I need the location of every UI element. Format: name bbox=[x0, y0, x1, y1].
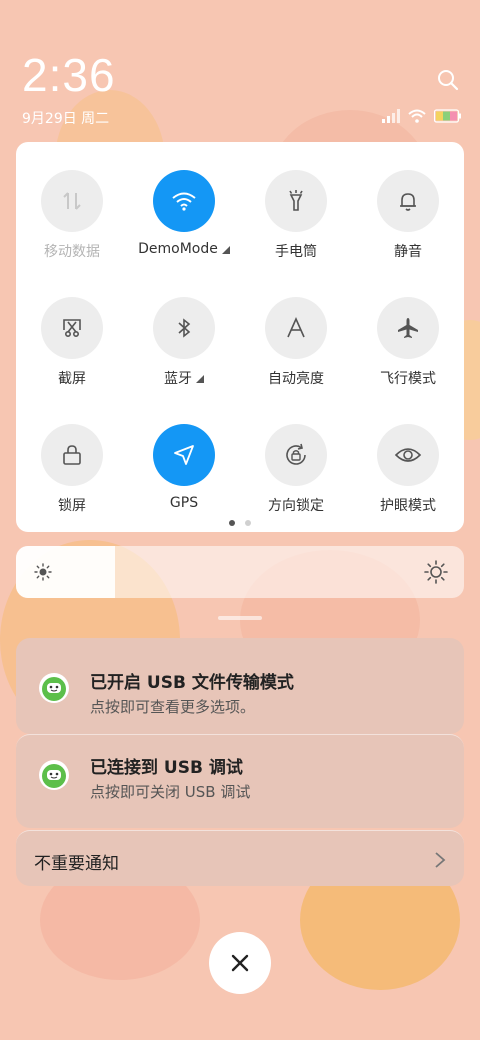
flashlight-icon bbox=[289, 190, 303, 211]
brightness-fill bbox=[16, 546, 115, 598]
clock-time: 2:36 bbox=[22, 49, 116, 101]
rotation-lock-icon bbox=[286, 443, 306, 465]
tile-button[interactable] bbox=[153, 170, 215, 232]
tile-label: DemoMode bbox=[138, 241, 218, 257]
tile-button[interactable] bbox=[265, 297, 327, 359]
page-dot bbox=[245, 520, 251, 526]
location-arrow-icon bbox=[174, 445, 194, 465]
tile-wifi[interactable]: DemoMode bbox=[128, 170, 240, 261]
wifi-icon bbox=[172, 192, 196, 211]
tile-bluetooth[interactable]: 蓝牙 bbox=[128, 297, 240, 388]
search-icon bbox=[438, 70, 459, 91]
notification-usb-debugging[interactable]: 已连接到 USB 调试 点按即可关闭 USB 调试 bbox=[16, 734, 464, 828]
eye-icon bbox=[394, 448, 422, 462]
status-icons bbox=[382, 109, 462, 123]
tile-button[interactable] bbox=[265, 424, 327, 486]
tile-auto-brightness[interactable]: 自动亮度 bbox=[240, 297, 352, 388]
page-dot-active bbox=[229, 520, 235, 526]
wifi-status-icon bbox=[408, 109, 426, 123]
chevron-right-icon bbox=[435, 852, 446, 868]
tile-label: GPS bbox=[169, 495, 199, 511]
unimportant-label: 不重要通知 bbox=[34, 854, 119, 874]
tile-label: 移动数据 bbox=[44, 244, 100, 260]
search-button[interactable] bbox=[436, 68, 460, 92]
notification-subtitle: 点按即可关闭 USB 调试 bbox=[90, 783, 251, 801]
tile-button[interactable] bbox=[377, 424, 439, 486]
android-app-icon bbox=[39, 760, 69, 790]
tile-label: 静音 bbox=[394, 244, 422, 260]
tile-label: 护眼模式 bbox=[380, 498, 436, 514]
unimportant-notifications[interactable]: 不重要通知 bbox=[16, 830, 464, 886]
tile-silent[interactable]: 静音 bbox=[352, 170, 464, 261]
bell-icon bbox=[400, 193, 416, 211]
auto-brightness-icon bbox=[287, 317, 305, 338]
lock-icon bbox=[63, 445, 81, 465]
brightness-slider[interactable] bbox=[16, 546, 464, 598]
expand-triangle-icon bbox=[196, 375, 204, 383]
tile-button[interactable] bbox=[41, 297, 103, 359]
tile-eye-mode[interactable]: 护眼模式 bbox=[352, 424, 464, 515]
date-label: 9月29日 周二 bbox=[22, 111, 110, 127]
tile-button[interactable] bbox=[377, 170, 439, 232]
tile-airplane-mode[interactable]: 飞行模式 bbox=[352, 297, 464, 388]
tile-screenshot[interactable]: 截屏 bbox=[16, 297, 128, 388]
tile-button[interactable] bbox=[265, 170, 327, 232]
tile-button[interactable] bbox=[153, 424, 215, 486]
quick-settings-grid: 移动数据 DemoMode 手电筒 静音 截屏 蓝牙 自动亮度 飞行模式 锁屏 … bbox=[16, 170, 464, 515]
tile-rotation-lock[interactable]: 方向锁定 bbox=[240, 424, 352, 515]
brightness-high-icon bbox=[424, 560, 448, 584]
tile-button[interactable] bbox=[153, 297, 215, 359]
tile-lock-screen[interactable]: 锁屏 bbox=[16, 424, 128, 515]
close-icon bbox=[231, 954, 249, 972]
screenshot-icon bbox=[63, 319, 81, 338]
tile-label: 截屏 bbox=[58, 371, 86, 387]
tile-label: 锁屏 bbox=[58, 498, 86, 514]
notification-title: 已开启 USB 文件传输模式 bbox=[90, 673, 294, 693]
tile-label: 方向锁定 bbox=[268, 498, 324, 514]
tile-button[interactable] bbox=[377, 297, 439, 359]
expand-triangle-icon bbox=[221, 246, 230, 254]
drag-handle[interactable] bbox=[218, 616, 262, 620]
mobile-data-icon bbox=[63, 192, 81, 210]
tile-gps[interactable]: GPS bbox=[128, 424, 240, 515]
notification-usb-transfer[interactable]: 已开启 USB 文件传输模式 点按即可查看更多选项。 bbox=[16, 638, 464, 734]
airplane-icon bbox=[398, 318, 418, 338]
android-app-icon bbox=[39, 673, 69, 703]
tile-label: 飞行模式 bbox=[380, 371, 436, 387]
clear-all-button[interactable] bbox=[209, 932, 271, 994]
notification-subtitle: 点按即可查看更多选项。 bbox=[90, 698, 256, 716]
tile-flashlight[interactable]: 手电筒 bbox=[240, 170, 352, 261]
brightness-low-icon bbox=[34, 563, 52, 581]
quick-settings-panel: 移动数据 DemoMode 手电筒 静音 截屏 蓝牙 自动亮度 飞行模式 锁屏 … bbox=[16, 142, 464, 532]
notification-title: 已连接到 USB 调试 bbox=[90, 758, 243, 778]
tile-label: 自动亮度 bbox=[268, 371, 324, 387]
tile-mobile-data[interactable]: 移动数据 bbox=[16, 170, 128, 261]
battery-icon bbox=[434, 109, 461, 123]
tile-button[interactable] bbox=[41, 424, 103, 486]
bluetooth-icon bbox=[178, 318, 191, 338]
signal-icon bbox=[382, 109, 400, 123]
tile-label: 手电筒 bbox=[275, 244, 317, 260]
tile-label: 蓝牙 bbox=[164, 371, 192, 387]
page-indicator bbox=[16, 520, 464, 526]
tile-button[interactable] bbox=[41, 170, 103, 232]
